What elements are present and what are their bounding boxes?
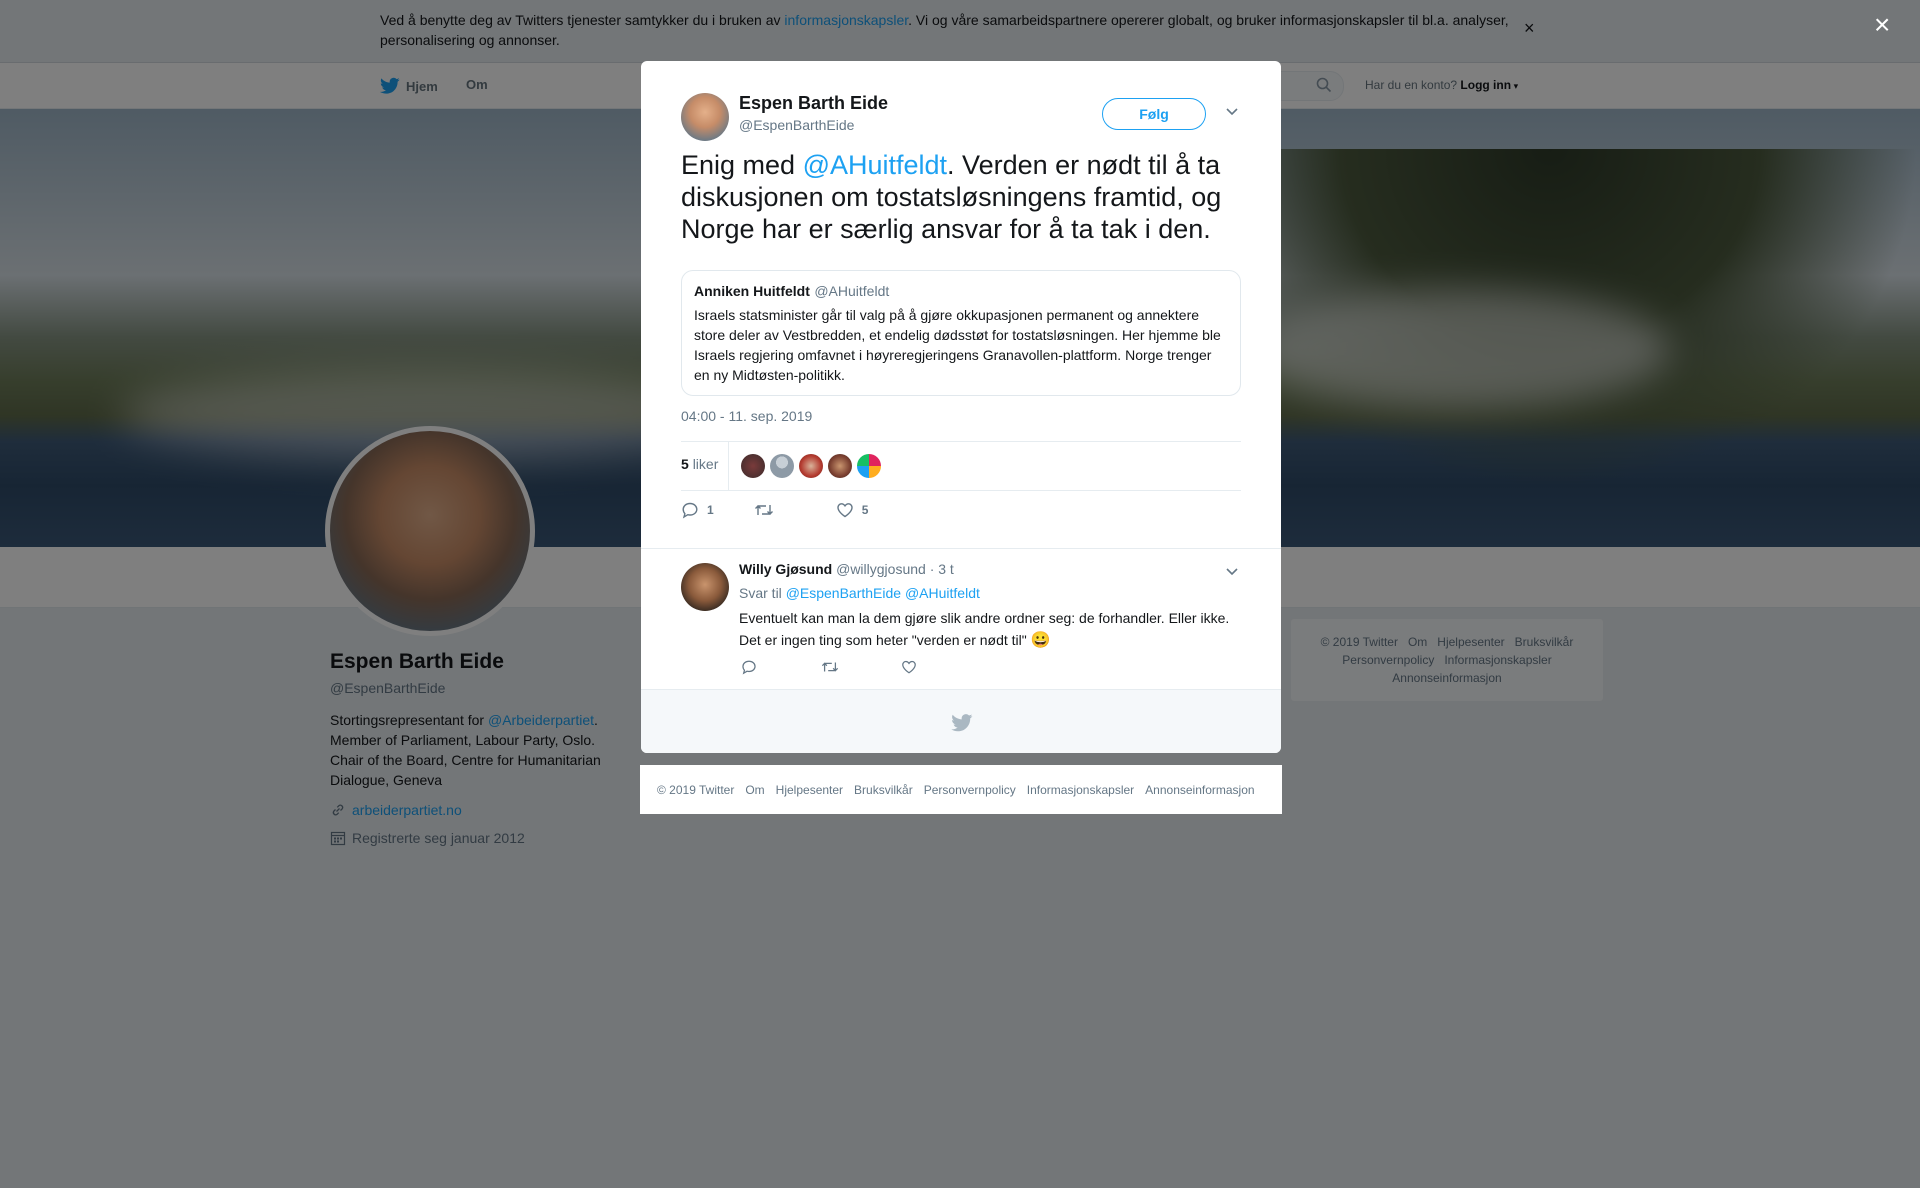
follow-button[interactable]: Følg — [1102, 98, 1206, 130]
tweet-author-name[interactable]: Espen Barth Eide — [739, 93, 888, 114]
quoted-author-handle: @AHuitfeldt — [814, 283, 890, 299]
quoted-tweet[interactable]: Anniken Huitfeldt @AHuitfeldt Israels st… — [681, 270, 1241, 396]
footer-copyright: © 2019 Twitter — [657, 782, 735, 797]
overlay-footer: © 2019 Twitter Om Hjelpesenter Bruksvilk… — [640, 765, 1282, 814]
chevron-down-icon[interactable] — [1225, 567, 1239, 577]
reply-author-handle[interactable]: @willygjosund — [836, 561, 926, 577]
quoted-author-name: Anniken Huitfeldt — [694, 283, 810, 299]
footer-ads[interactable]: Annonseinformasjon — [1145, 783, 1254, 797]
reply-author-name[interactable]: Willy Gjøsund — [739, 561, 832, 577]
liker-avatar[interactable] — [741, 454, 765, 478]
chevron-down-icon[interactable] — [1225, 107, 1239, 117]
quoted-tweet-text: Israels statsminister går til valg på å … — [694, 307, 1221, 383]
liker-avatar[interactable] — [799, 454, 823, 478]
tweet-timestamp[interactable]: 04:00 - 11. sep. 2019 — [681, 408, 812, 424]
heart-icon — [836, 503, 853, 518]
reply-icon — [682, 502, 698, 519]
reply-actions — [741, 659, 917, 675]
likers-avatars — [741, 454, 881, 478]
footer-help[interactable]: Hjelpesenter — [776, 783, 843, 797]
likes-count[interactable]: 5 liker — [681, 456, 718, 472]
tweet-author-handle[interactable]: @EspenBarthEide — [739, 117, 854, 133]
reply-to-line: Svar til @EspenBarthEide @AHuitfeldt — [739, 585, 980, 601]
retweet-icon[interactable] — [821, 659, 839, 675]
grinning-emoji: 😀 — [1030, 632, 1051, 649]
liker-avatar[interactable] — [828, 454, 852, 478]
tweet-author-avatar[interactable] — [681, 93, 729, 141]
liker-avatar[interactable] — [857, 454, 881, 478]
reply-to-mention[interactable]: @EspenBarthEide — [786, 585, 901, 601]
reply-text: Eventuelt kan man la dem gjøre slik andr… — [739, 610, 1230, 649]
reply-header: Willy Gjøsund @willygjosund · 3 t — [739, 561, 954, 577]
heart-icon[interactable] — [901, 659, 917, 675]
reply-icon[interactable] — [741, 659, 757, 675]
tweet-mention-link[interactable]: @AHuitfeldt — [803, 150, 947, 180]
reply-author-avatar[interactable] — [681, 563, 729, 611]
overlay-close-button[interactable]: × — [1874, 10, 1890, 40]
reply-time[interactable]: · 3 t — [930, 561, 954, 577]
footer-about[interactable]: Om — [745, 783, 764, 797]
footer-terms[interactable]: Bruksvilkår — [854, 783, 913, 797]
tweet-actions: 1 5 — [681, 501, 868, 519]
retweet-icon — [754, 505, 773, 515]
reply-tweet[interactable]: Willy Gjøsund @willygjosund · 3 t Svar t… — [641, 548, 1281, 686]
tweet-text: Enig med @AHuitfeldt. Verden er nødt til… — [681, 150, 1222, 244]
modal-bottom — [641, 689, 1281, 753]
liker-avatar[interactable] — [770, 454, 794, 478]
retweet-button[interactable] — [754, 502, 774, 518]
reply-to-mention[interactable]: @AHuitfeldt — [905, 585, 980, 601]
twitter-bird-icon — [951, 714, 973, 732]
footer-cookies[interactable]: Informasjonskapsler — [1027, 783, 1134, 797]
footer-privacy[interactable]: Personvernpolicy — [924, 783, 1016, 797]
tweet-modal: Espen Barth Eide @EspenBarthEide Følg En… — [641, 61, 1281, 753]
reply-button[interactable]: 1 — [681, 501, 714, 519]
tweet-stats: 5 liker — [681, 441, 1241, 491]
like-button[interactable]: 5 — [836, 502, 868, 518]
